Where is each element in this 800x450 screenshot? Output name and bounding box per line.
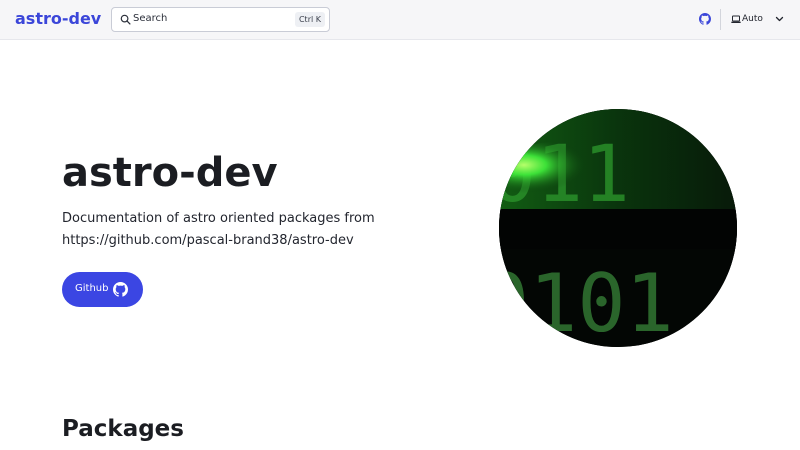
search-shortcut: Ctrl K [294, 12, 325, 27]
packages-heading: Packages [62, 416, 184, 442]
hero-binary-image: 011 0101 [499, 109, 737, 347]
github-icon [113, 282, 128, 297]
binary-text-bottom: 0101 [499, 257, 674, 347]
site-header: astro-dev Search Ctrl K Auto [0, 0, 800, 40]
github-button[interactable]: Github [62, 272, 143, 307]
search-icon [120, 14, 131, 25]
hero-title: astro-dev [62, 150, 278, 196]
github-button-label: Github [75, 283, 109, 294]
theme-select-value: Auto [742, 14, 763, 24]
github-icon[interactable] [699, 13, 711, 25]
header-divider [720, 9, 721, 30]
hero-tagline: Documentation of astro oriented packages… [62, 211, 375, 248]
chevron-down-icon [775, 16, 784, 22]
search-placeholder: Search [133, 13, 168, 24]
laptop-icon [731, 15, 741, 23]
site-brand-link[interactable]: astro-dev [15, 8, 101, 30]
search-button[interactable]: Search Ctrl K [111, 7, 330, 32]
binary-art: 011 0101 [499, 109, 737, 347]
